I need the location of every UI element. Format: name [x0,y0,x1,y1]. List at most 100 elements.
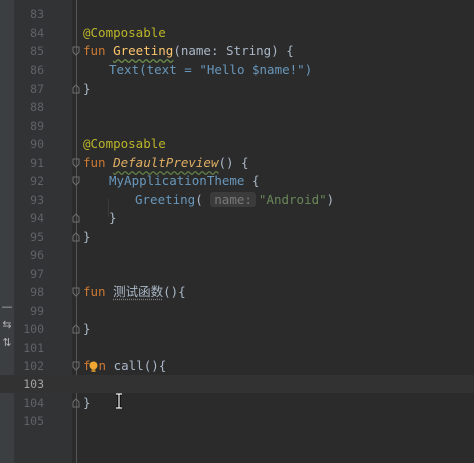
string-literal: "Android" [258,192,327,207]
code-line: 86 Text(text = "Hello $name!") [0,61,474,79]
code-text[interactable]: fun DefaultPreview() { [83,154,249,172]
param-name: name [180,43,211,58]
function-name: DefaultPreview [113,155,219,170]
function-signature: call(){ [106,358,167,373]
code-text[interactable]: Greeting( name: "Android") [135,191,334,209]
line-number: 102 [23,359,44,373]
call-name: Greeting [135,192,196,207]
code-line: 85 fun Greeting(name: String) { [0,42,474,60]
line-number: 85 [30,44,44,58]
paren: ) [326,192,335,207]
paren-brace: () { [218,155,249,170]
call-name: MyApplicationTheme [109,173,245,188]
code-text[interactable]: fun 测试函数(){ [83,283,186,301]
line-number: 88 [30,100,44,114]
code-line: 101 [0,339,474,357]
code-text[interactable]: } [83,394,91,412]
fold-end-icon[interactable] [72,324,80,334]
fold-start-icon[interactable] [72,46,80,56]
function-name: 测试函数 [113,284,164,299]
line-number: 100 [23,322,44,336]
keyword: fun [83,155,106,170]
code-line: 93 Greeting( name: "Android") [0,191,474,209]
code-line: 99 [0,302,474,320]
line-number: 84 [30,26,44,40]
brace: } [83,229,91,244]
code-text[interactable]: } [109,209,117,227]
paren: ) [304,62,313,77]
code-line: 105 [0,412,474,430]
line-number: 104 [23,396,44,410]
line-number: 92 [30,174,44,188]
fold-start-icon[interactable] [72,176,80,186]
line-number: 95 [30,230,44,244]
code-line: 90 @Composable [0,135,474,153]
code-line: 84 @Composable [0,24,474,42]
colon: : [210,43,227,58]
parameter-hint: name: [210,192,256,207]
line-number: 86 [30,63,44,77]
paren: ( [195,192,203,207]
code-line-current[interactable]: 103 [0,375,474,394]
code-line: 98 fun 测试函数(){ [0,283,474,301]
code-line: 88 [0,98,474,116]
fold-end-icon[interactable] [72,398,80,408]
text-cursor-icon [114,392,124,410]
code-line: 94 } [0,209,474,227]
keyword: fun [83,284,106,299]
line-number: 99 [30,304,44,318]
string-literal: "Hello $name!" [199,62,305,77]
code-text[interactable]: @Composable [83,135,166,153]
brace: { [244,173,260,188]
paren-brace: (){ [163,284,186,299]
line-number: 94 [30,211,44,225]
function-name: Greeting [113,43,174,58]
line-number: 97 [30,267,44,281]
line-number: 98 [30,285,44,299]
code-text[interactable]: Text(text = "Hello $name!") [109,61,312,79]
code-text[interactable]: fun Greeting(name: String) { [83,42,294,60]
lightbulb-icon[interactable] [88,361,99,373]
code-text[interactable]: } [83,320,91,338]
annotation: @Composable [83,136,166,151]
line-number: 83 [30,7,44,21]
line-number: 93 [30,193,44,207]
code-line: 104 } [0,394,474,412]
code-line: 95 } [0,228,474,246]
line-number: 90 [30,137,44,151]
fold-start-icon[interactable] [72,361,80,371]
fold-start-icon[interactable] [72,287,80,297]
line-number: 101 [23,341,44,355]
code-text[interactable]: @Composable [83,24,166,42]
brace: } [109,210,117,225]
code-line: 102 fn call(){ [0,357,474,375]
args: (text = [139,62,200,77]
line-number: 89 [30,119,44,133]
code-line: 96 [0,246,474,264]
keyword: fun [83,43,106,58]
keyword-end: n [98,358,107,373]
line-number: 96 [30,248,44,262]
line-number: 91 [30,156,44,170]
fold-end-icon[interactable] [72,232,80,242]
paren-brace: ) { [271,43,294,58]
fold-start-icon[interactable] [72,158,80,168]
code-line: 89 [0,117,474,135]
code-line: 91 fun DefaultPreview() { [0,154,474,172]
annotation: @Composable [83,25,166,40]
param-type: String [226,43,272,58]
code-text[interactable]: } [83,80,91,98]
code-line: 100 } [0,320,474,338]
code-line: 87 } [0,80,474,98]
paren: ( [173,43,181,58]
fold-end-icon[interactable] [72,213,80,223]
line-number: 105 [23,414,44,428]
code-text[interactable]: } [83,228,91,246]
code-line: 97 [0,265,474,283]
line-number: 87 [30,82,44,96]
fold-end-icon[interactable] [72,84,80,94]
code-text[interactable]: MyApplicationTheme { [109,172,260,190]
line-number: 103 [23,377,44,391]
brace: } [83,321,91,336]
brace: } [83,81,91,96]
